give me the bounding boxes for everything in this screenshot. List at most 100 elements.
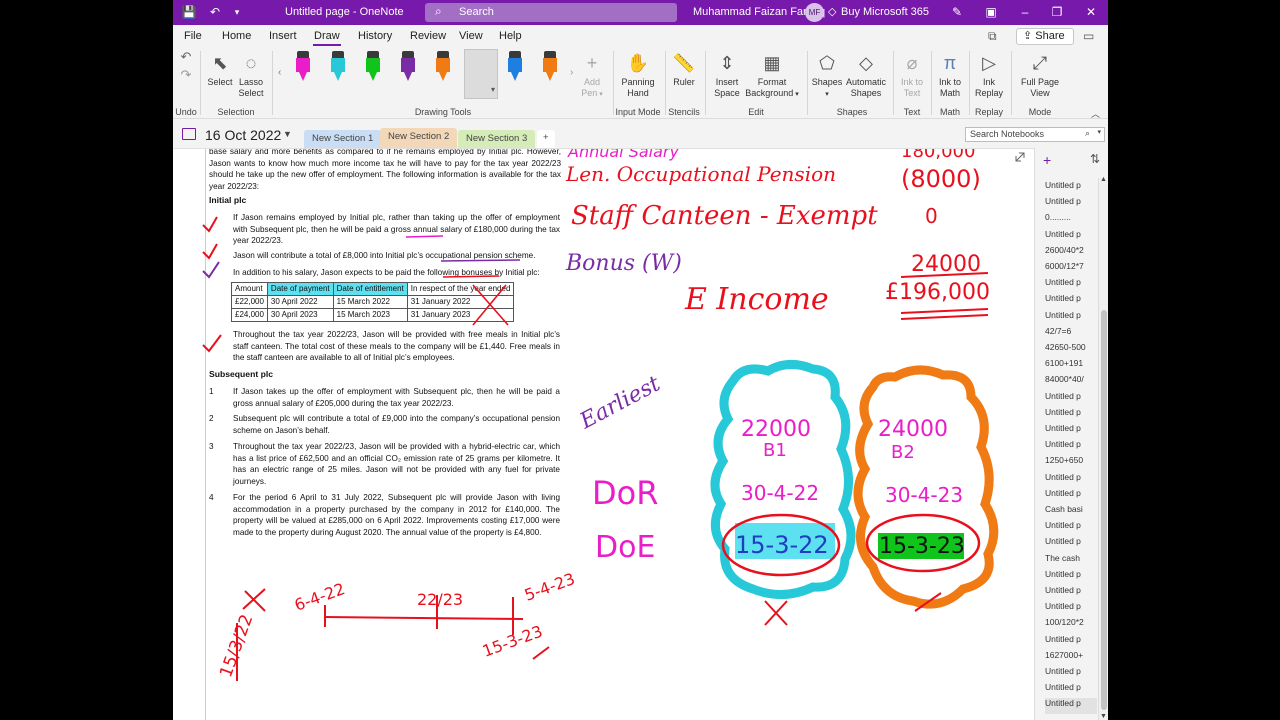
tab-file[interactable]: File [184, 30, 202, 42]
avatar[interactable]: MF [805, 3, 824, 22]
page-list-scrollbar[interactable]: ▲ ▼ [1098, 176, 1108, 720]
page-list-item[interactable]: Untitled p [1045, 585, 1097, 601]
select-button[interactable]: ⬉ Select [205, 51, 235, 88]
comment-icon[interactable]: ▭ [1083, 29, 1094, 43]
page-list-item[interactable]: Untitled p [1045, 536, 1097, 552]
scroll-down-icon[interactable]: ▼ [1100, 713, 1107, 720]
page-list-item[interactable]: 1250+650 [1045, 455, 1097, 471]
pen-swatch[interactable] [543, 51, 557, 87]
page-list-item[interactable]: 42650-500 [1045, 342, 1097, 358]
page-list-item[interactable]: Untitled p [1045, 682, 1097, 698]
shapes-button[interactable]: ⬠ Shapes ▾ [811, 51, 843, 100]
page-list-item[interactable]: Untitled p [1045, 634, 1097, 650]
notebook-chevron-down-icon[interactable]: ▼ [283, 129, 292, 139]
page-list-item[interactable]: Untitled p [1045, 180, 1097, 196]
page-list-item[interactable]: Untitled p [1045, 293, 1097, 309]
pen-swatch[interactable] [331, 51, 345, 87]
pen-swatch[interactable] [401, 51, 415, 87]
sort-pages-icon[interactable]: ⇅ [1090, 152, 1100, 166]
ink-text: E Income [684, 282, 829, 317]
page-list-item[interactable]: 6100+191 [1045, 358, 1097, 374]
page-list-item[interactable]: 6000/12*7 [1045, 261, 1097, 277]
ink-to-math-button[interactable]: π Ink to Math [935, 51, 965, 99]
page-list-item[interactable]: Untitled p [1045, 569, 1097, 585]
search-notebooks-input[interactable]: Search Notebooks ⌕ ▾ [965, 127, 1105, 142]
ruler-button[interactable]: 📏 Ruler [669, 51, 699, 88]
page-list-item[interactable]: Untitled p [1045, 196, 1097, 212]
page-list-item[interactable]: 1627000+ [1045, 650, 1097, 666]
section-tab-3[interactable]: New Section 3 [458, 130, 536, 148]
page-list-item[interactable]: 0......... [1045, 212, 1097, 228]
page-list-item[interactable]: 42/7=6 [1045, 326, 1097, 342]
redo-button[interactable]: ↷ [178, 68, 194, 82]
format-background-button[interactable]: ▦ Format Background ▾ [743, 51, 801, 100]
page-list-item[interactable]: 100/120*2 [1045, 617, 1097, 633]
pen-swatch[interactable] [508, 51, 522, 87]
page-list-item[interactable]: 84000*40/ [1045, 374, 1097, 390]
page-list-item[interactable]: Untitled p [1045, 666, 1097, 682]
undo-icon[interactable]: ↶ [207, 4, 223, 20]
tab-insert[interactable]: Insert [269, 30, 297, 42]
notebook-sync-icon[interactable]: ⧉ [988, 29, 997, 44]
page-list-item[interactable]: Untitled p [1045, 520, 1097, 536]
add-section-button[interactable]: + [537, 130, 555, 148]
insert-space-button[interactable]: ⇕ Insert Space [709, 51, 745, 99]
page-canvas[interactable]: base salary and more benefits as compare… [173, 148, 1034, 720]
buy-microsoft-365-link[interactable]: Buy Microsoft 365 [841, 6, 929, 18]
page-list-item[interactable]: Untitled p [1045, 310, 1097, 326]
tab-history[interactable]: History [358, 30, 392, 42]
page-list-item[interactable]: Untitled p [1045, 391, 1097, 407]
full-page-view-button[interactable]: ⤢ Full Page View [1016, 51, 1064, 99]
minimize-icon[interactable]: – [1017, 4, 1033, 20]
notebook-date-label[interactable]: 16 Oct 2022 [205, 127, 281, 143]
notebook-icon[interactable] [182, 128, 196, 140]
page-list-item[interactable]: Untitled p [1045, 601, 1097, 617]
pen-swatch[interactable] [296, 51, 310, 87]
add-pen-button[interactable]: + Add Pen ▾ [577, 51, 607, 100]
pen-options-chevron-icon[interactable]: ▾ [491, 85, 495, 94]
ink-replay-button[interactable]: ▷ Ink Replay [973, 51, 1005, 99]
undo-button[interactable]: ↶ [178, 50, 194, 64]
page-list-item[interactable]: 2600/40*2 [1045, 245, 1097, 261]
tab-home[interactable]: Home [222, 30, 251, 42]
tab-help[interactable]: Help [499, 30, 522, 42]
close-icon[interactable]: ✕ [1083, 4, 1099, 20]
page-list-item[interactable]: Untitled p [1045, 488, 1097, 504]
page-list-item[interactable]: Untitled p [1045, 472, 1097, 488]
section-tab-2[interactable]: New Section 2 [380, 128, 458, 148]
collapse-ribbon-icon[interactable]: ︿ [1091, 107, 1100, 120]
tab-view[interactable]: View [459, 30, 483, 42]
pens-scroll-left-icon[interactable]: ‹ [278, 67, 281, 78]
pens-scroll-right-icon[interactable]: › [570, 67, 573, 78]
page-list-item[interactable]: Untitled p [1045, 229, 1097, 245]
expand-icon[interactable] [1015, 152, 1025, 162]
page-list-item[interactable]: The cash [1045, 553, 1097, 569]
lasso-select-button[interactable]: ◌ Lasso Select [235, 51, 267, 99]
ink-to-text-button[interactable]: ⌀ Ink to Text [897, 51, 927, 99]
pen-settings-icon[interactable]: ✎ [949, 4, 965, 20]
add-page-icon[interactable]: + [1043, 152, 1051, 168]
page-list-item[interactable]: Untitled p [1045, 423, 1097, 439]
automatic-shapes-button[interactable]: ◇ Automatic Shapes [843, 51, 889, 99]
pen-swatch[interactable] [366, 51, 380, 87]
chevron-down-icon: ▾ [597, 91, 603, 98]
scrollbar-thumb[interactable] [1101, 310, 1107, 710]
pen-swatch[interactable] [436, 51, 450, 87]
page-list-item[interactable]: Untitled p [1045, 439, 1097, 455]
save-icon[interactable]: 💾 [181, 4, 197, 20]
page-list-item[interactable]: Untitled p [1045, 277, 1097, 293]
page-list-item[interactable]: Untitled p [1045, 407, 1097, 423]
ribbon-display-icon[interactable]: ▣ [983, 4, 999, 20]
tab-draw[interactable]: Draw [313, 30, 341, 46]
maximize-icon[interactable]: ❐ [1049, 4, 1065, 20]
ink-underline [440, 259, 521, 262]
share-button[interactable]: ⇪ Share ▾ [1016, 28, 1074, 57]
search-box[interactable]: ⌕ Search [425, 3, 677, 22]
scroll-up-icon[interactable]: ▲ [1100, 176, 1107, 183]
page-list-item[interactable]: Untitled p [1045, 698, 1097, 715]
tab-review[interactable]: Review [410, 30, 446, 42]
customize-chevron-icon[interactable]: ▾ [229, 4, 245, 20]
panning-hand-button[interactable]: ✋ Panning Hand [619, 51, 657, 99]
section-tab-1[interactable]: New Section 1 [304, 130, 382, 148]
page-list-item[interactable]: Cash basi [1045, 504, 1097, 520]
